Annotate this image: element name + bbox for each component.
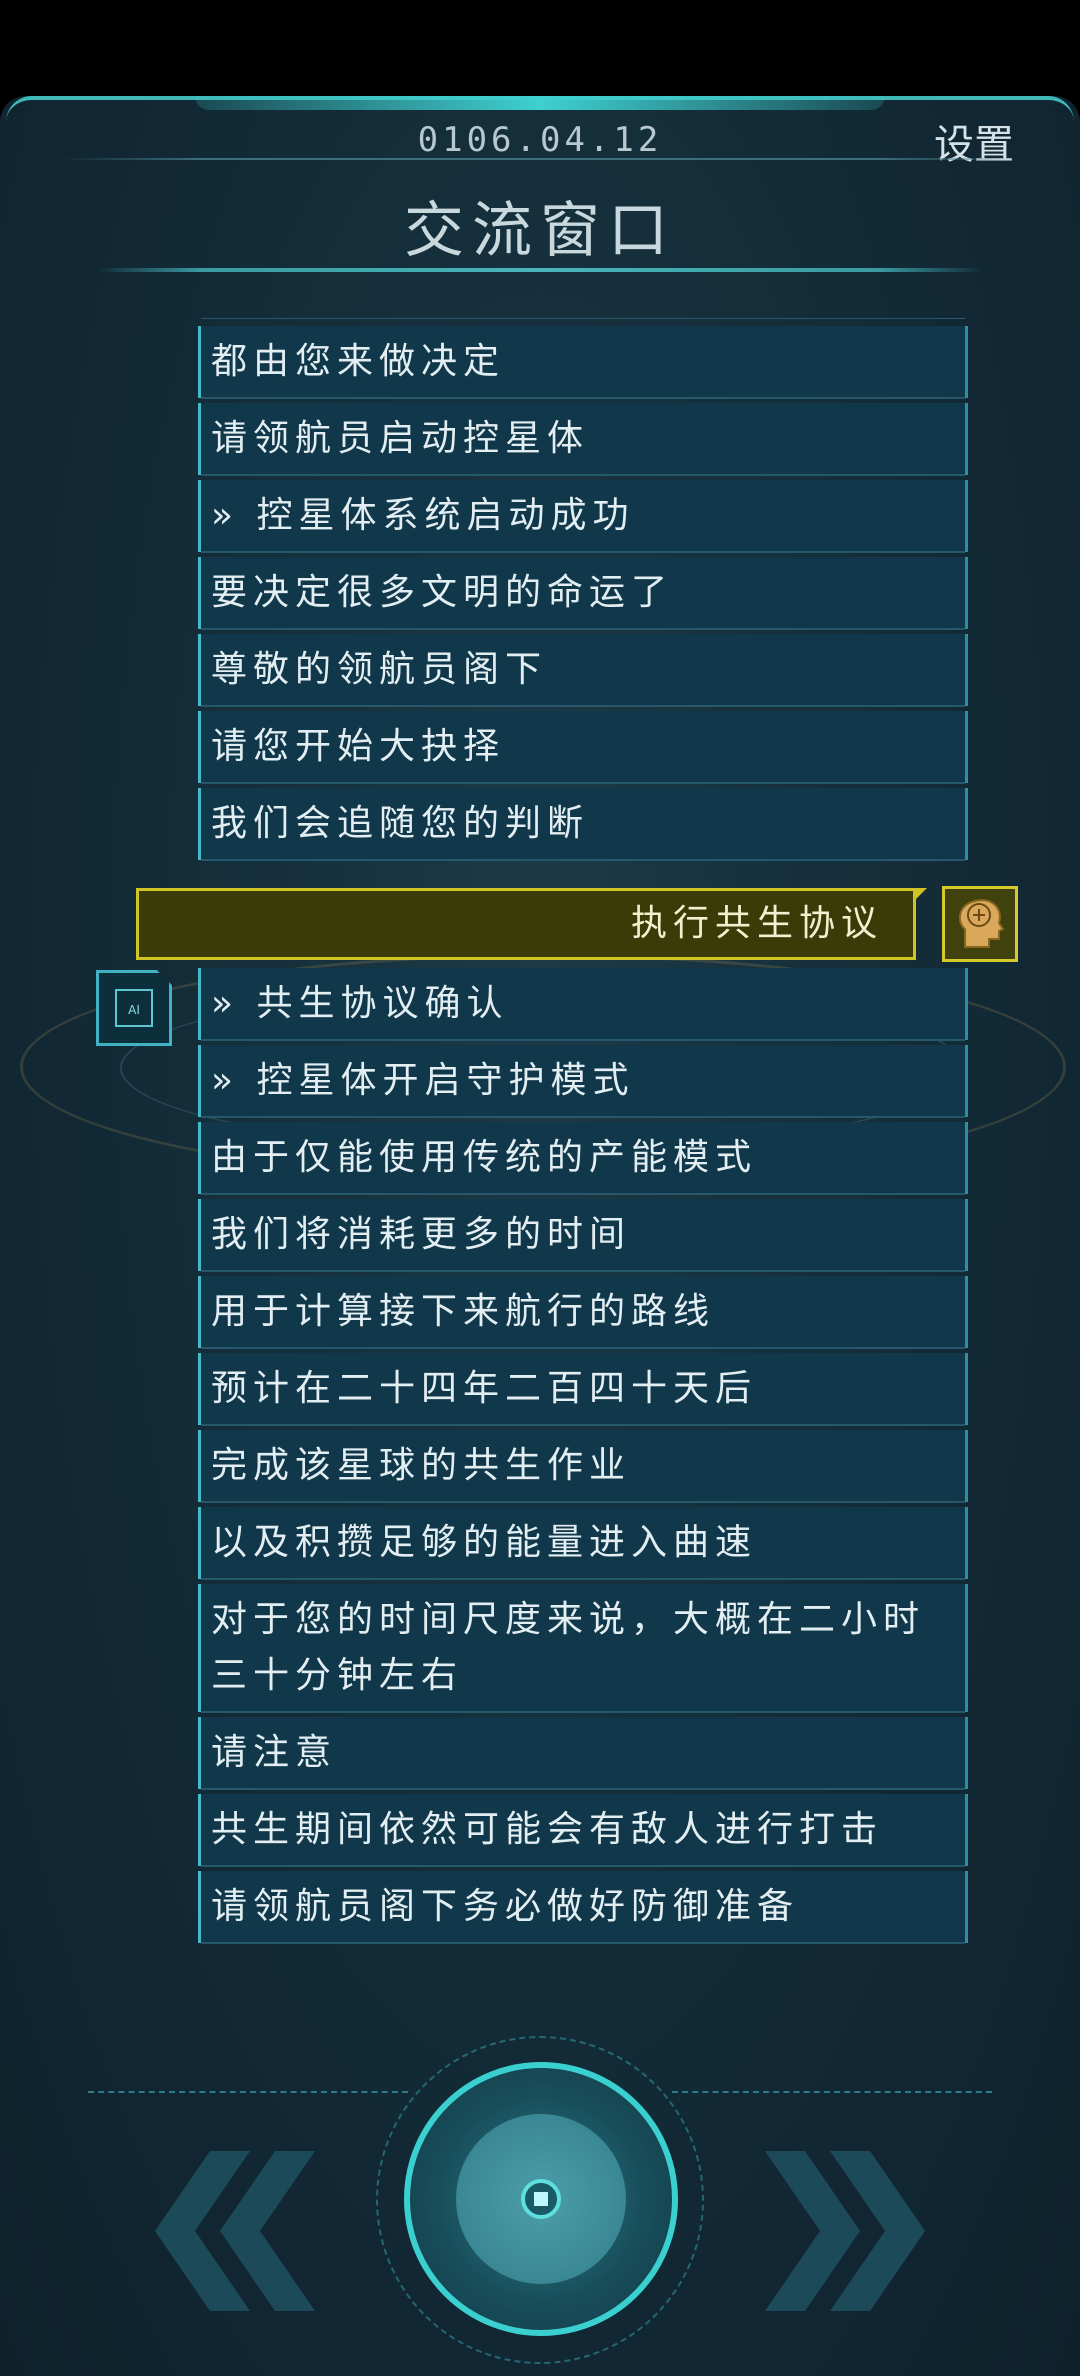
double-chevron-right-icon <box>765 2151 925 2311</box>
brain-head-icon <box>958 899 1005 948</box>
list-item: 我们将消耗更多的时间 <box>198 1199 968 1272</box>
list-item: 要决定很多文明的命运了 <box>198 557 968 630</box>
list-item: » 共生协议确认 <box>198 968 968 1041</box>
list-item: 请领航员阁下务必做好防御准备 <box>198 1871 968 1944</box>
next-button[interactable] <box>760 2136 980 2326</box>
list-item: 我们会追随您的判断 <box>198 788 968 861</box>
center-dot-icon <box>521 2179 561 2219</box>
user-avatar <box>942 886 1018 962</box>
list-item: 请领航员启动控星体 <box>198 403 968 476</box>
center-button-inner <box>456 2114 626 2284</box>
status-bar <box>0 0 1080 96</box>
center-action-button[interactable] <box>404 2062 678 2336</box>
list-item: 尊敬的领航员阁下 <box>198 634 968 707</box>
double-chevron-left-icon <box>155 2151 315 2311</box>
chat-window: 0106.04.12 设置 交流窗口 都由您来做决定 请领航员启动控星体 » 控… <box>0 96 1080 2376</box>
list-item: 完成该星球的共生作业 <box>198 1430 968 1503</box>
ai-chip-icon: AI <box>115 989 153 1027</box>
date-display: 0106.04.12 <box>417 120 663 160</box>
list-item: 都由您来做决定 <box>198 326 968 399</box>
message-list[interactable]: 都由您来做决定 请领航员启动控星体 » 控星体系统启动成功 要决定很多文明的命运… <box>0 318 1080 2098</box>
top-glow <box>195 96 885 110</box>
header-divider <box>60 158 1020 160</box>
list-item: 对于您的时间尺度来说，大概在二小时三十分钟左右 <box>198 1584 968 1713</box>
previous-button[interactable] <box>100 2136 320 2326</box>
list-item: 用于计算接下来航行的路线 <box>198 1276 968 1349</box>
list-item: 请您开始大抉择 <box>198 711 968 784</box>
user-message: 执行共生协议 <box>136 888 927 960</box>
settings-button[interactable]: 设置 <box>934 112 1014 170</box>
list-item: 以及积攒足够的能量进入曲速 <box>198 1507 968 1580</box>
list-item: 请注意 <box>198 1717 968 1790</box>
list-item: » 控星体开启守护模式 <box>198 1045 968 1118</box>
list-item: » 控星体系统启动成功 <box>198 480 968 553</box>
control-divider-left <box>88 2091 408 2093</box>
list-item: 预计在二十四年二百四十天后 <box>198 1353 968 1426</box>
list-item: 由于仅能使用传统的产能模式 <box>198 1122 968 1195</box>
list-item: 共生期间依然可能会有敌人进行打击 <box>198 1794 968 1867</box>
page-title: 交流窗口 <box>404 196 676 266</box>
ai-avatar: AI <box>96 970 172 1046</box>
control-divider-right <box>672 2091 992 2093</box>
title-divider <box>96 268 984 272</box>
